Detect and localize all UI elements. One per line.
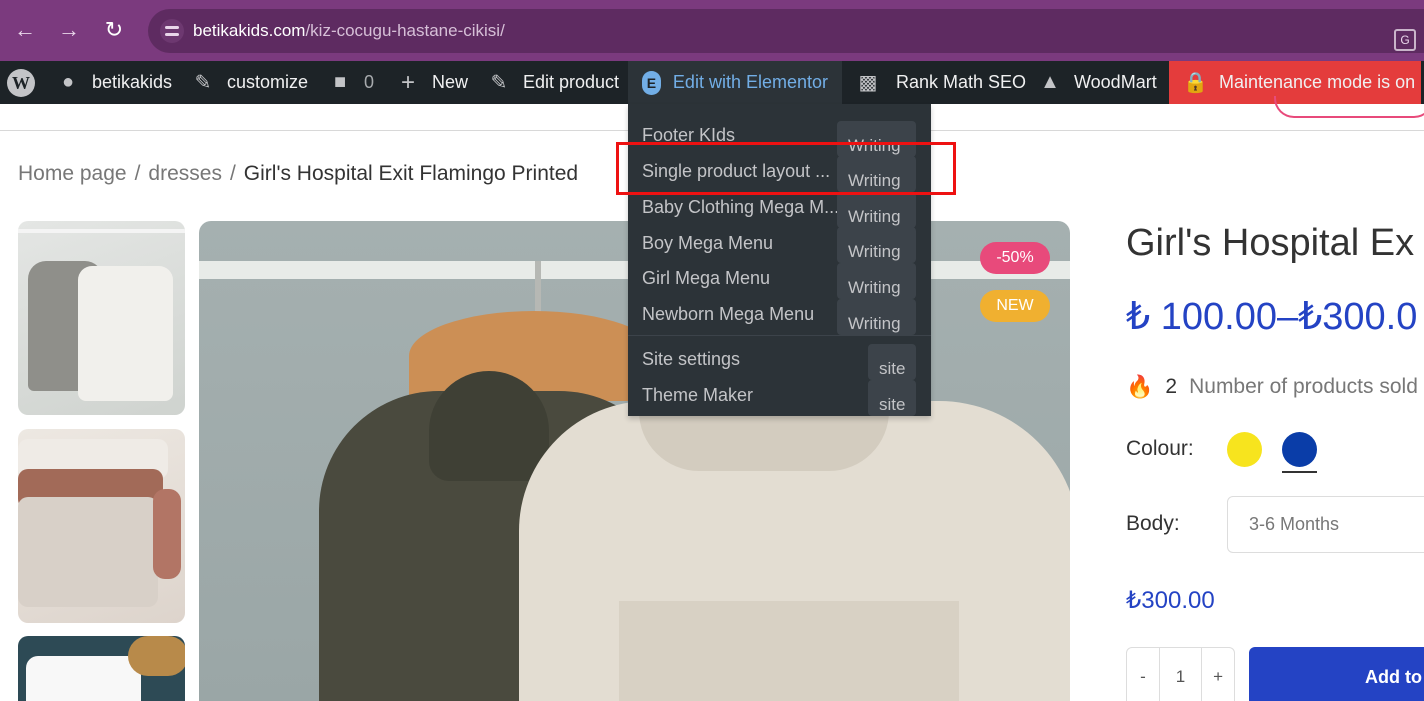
- product-thumbnail[interactable]: [18, 636, 185, 701]
- colour-swatch-yellow[interactable]: [1227, 432, 1262, 467]
- lock-icon: 🔒: [1183, 72, 1208, 94]
- qty-input[interactable]: 1: [1158, 648, 1203, 701]
- menu-item-tag: Writing: [837, 263, 916, 299]
- rank-math-label: Rank Math SEO: [896, 72, 1027, 92]
- variation-price: ₺300.00: [1126, 587, 1215, 614]
- quantity-stepper: - 1 +: [1126, 647, 1235, 701]
- translate-icon[interactable]: G: [1394, 29, 1416, 51]
- browser-toolbar: ← → ↻ betikakids.com/kiz-cocugu-hastane-…: [0, 0, 1424, 61]
- rank-math-icon: ▩: [858, 72, 878, 94]
- new-badge: NEW: [980, 290, 1050, 322]
- edit-product-label: Edit product: [523, 72, 620, 92]
- plus-icon: +: [400, 68, 415, 96]
- reload-icon[interactable]: ↻: [99, 15, 129, 45]
- sold-info: 🔥 2 Number of products sold: [1126, 374, 1418, 400]
- breadcrumb: Home page / dresses / Girl's Hospital Exit F…: [18, 162, 578, 186]
- menu-item-tag: site: [868, 380, 916, 416]
- menu-item-tag: Writing: [837, 192, 916, 228]
- edit-product-link[interactable]: ✎ Edit product: [487, 61, 619, 104]
- product-price: ₺ 100.00–₺300.0: [1126, 296, 1418, 338]
- breadcrumb-separator: /: [229, 162, 236, 185]
- fire-icon: 🔥: [1126, 374, 1154, 399]
- add-to-cart-button[interactable]: Add to: [1249, 647, 1424, 701]
- selected-swatch-indicator: [1282, 471, 1317, 473]
- new-content-link[interactable]: + New: [396, 61, 468, 104]
- customize-link[interactable]: ✎ customize: [191, 61, 308, 104]
- woodmart-label: WoodMart: [1074, 72, 1157, 92]
- elementor-icon: E: [642, 70, 661, 95]
- menu-separator: [628, 335, 931, 336]
- body-label: Body:: [1126, 512, 1180, 535]
- site-info-icon[interactable]: [160, 19, 184, 43]
- maintenance-label: Maintenance mode is on: [1219, 72, 1416, 92]
- wordpress-logo-icon[interactable]: W: [7, 61, 35, 104]
- sale-badge: -50%: [980, 242, 1050, 274]
- comments-link[interactable]: ■ 0: [328, 61, 374, 104]
- menu-item-boy-mega-menu[interactable]: Boy Mega Menu: [642, 233, 773, 254]
- menu-item-girl-mega-menu[interactable]: Girl Mega Menu: [642, 268, 770, 289]
- menu-item-baby-clothing-mega-menu[interactable]: Baby Clothing Mega M...: [642, 197, 839, 218]
- breadcrumb-home[interactable]: Home page: [18, 162, 127, 185]
- dashboard-icon: ●: [61, 71, 75, 93]
- breadcrumb-category[interactable]: dresses: [148, 162, 222, 185]
- wp-admin-bar: W ● betikakids ✎ customize ■ 0 + New ✎ Edit p…: [0, 61, 1424, 104]
- pencil-icon: ✎: [490, 72, 508, 94]
- sold-text: Number of products sold: [1189, 375, 1418, 398]
- url-text[interactable]: betikakids.com/kiz-cocugu-hastane-cikisi…: [193, 21, 505, 41]
- menu-item-tag: Writing: [837, 227, 916, 263]
- new-label: New: [432, 72, 469, 92]
- menu-item-tag: site: [868, 344, 916, 380]
- breadcrumb-separator: /: [134, 162, 141, 185]
- colour-label: Colour:: [1126, 437, 1194, 460]
- customize-label: customize: [227, 72, 309, 92]
- menu-item-newborn-mega-menu[interactable]: Newborn Mega Menu: [642, 304, 814, 325]
- product-thumbnail[interactable]: [18, 221, 185, 415]
- colour-swatch-blue[interactable]: [1282, 432, 1317, 467]
- woodmart-link[interactable]: ▲ WoodMart: [1038, 61, 1157, 104]
- breadcrumb-current: Girl's Hospital Exit Flamingo Printed: [243, 162, 579, 185]
- product-thumbnail[interactable]: [18, 429, 185, 623]
- elementor-label: Edit with Elementor: [672, 72, 828, 92]
- highlight-box: [616, 142, 956, 195]
- comment-icon: ■: [333, 71, 347, 93]
- product-title: Girl's Hospital Ex: [1126, 222, 1415, 264]
- edit-with-elementor-link[interactable]: E Edit with Elementor: [628, 61, 842, 104]
- sold-count: 2: [1165, 375, 1178, 398]
- body-size-select[interactable]: 3-6 Months: [1227, 496, 1424, 553]
- forward-icon[interactable]: →: [54, 15, 84, 45]
- menu-item-theme-maker[interactable]: Theme Maker: [642, 385, 753, 406]
- site-name-link[interactable]: ● betikakids: [56, 61, 172, 104]
- qty-minus-button[interactable]: -: [1127, 648, 1159, 701]
- woodmart-icon: ▲: [1040, 71, 1060, 93]
- back-icon[interactable]: ←: [10, 15, 40, 45]
- site-name-label: betikakids: [92, 72, 173, 92]
- brush-icon: ✎: [194, 72, 212, 94]
- menu-item-tag: Writing: [837, 299, 916, 335]
- menu-item-site-settings[interactable]: Site settings: [642, 349, 740, 370]
- header-button[interactable]: [1274, 96, 1424, 118]
- rank-math-link[interactable]: ▩ Rank Math SEO: [852, 61, 1027, 104]
- address-bar[interactable]: betikakids.com/kiz-cocugu-hastane-cikisi…: [148, 9, 1424, 53]
- comments-count: 0: [364, 72, 375, 92]
- qty-plus-button[interactable]: +: [1202, 648, 1234, 701]
